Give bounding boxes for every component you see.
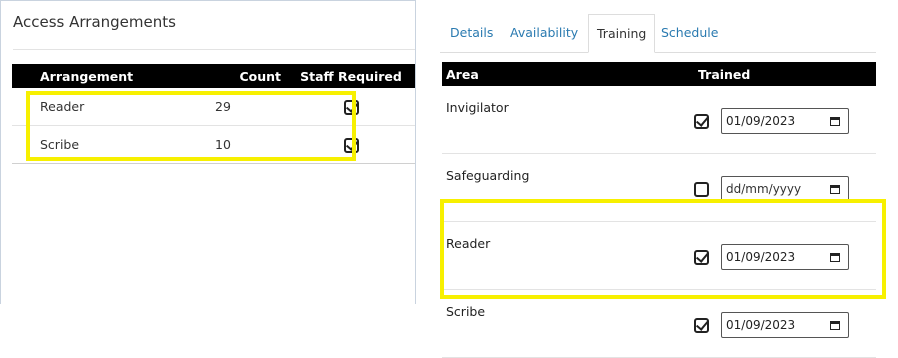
training-table: Area Trained Invigilator 01/09/2023 Safe… bbox=[442, 62, 876, 358]
staff-required-checkbox[interactable] bbox=[343, 99, 359, 115]
arrangement-count: 29 bbox=[215, 88, 287, 126]
trained-checkbox[interactable] bbox=[694, 113, 709, 129]
area-label: Reader bbox=[442, 221, 694, 290]
calendar-icon[interactable] bbox=[830, 320, 840, 330]
date-value: 01/09/2023 bbox=[726, 250, 796, 264]
header-trained: Trained bbox=[694, 62, 876, 86]
table-row[interactable]: Reader 29 bbox=[12, 88, 415, 126]
header-staff-required[interactable]: Staff Required bbox=[287, 64, 415, 88]
staff-required-checkbox[interactable] bbox=[343, 137, 359, 153]
date-input[interactable]: 01/09/2023 bbox=[721, 312, 849, 338]
trained-checkbox[interactable] bbox=[694, 249, 709, 265]
table-row: Reader 01/09/2023 bbox=[442, 221, 876, 290]
trained-checkbox[interactable] bbox=[694, 181, 709, 197]
table-row: Scribe 01/09/2023 bbox=[442, 289, 876, 358]
tab-availability[interactable]: Availability bbox=[510, 14, 578, 52]
date-input[interactable]: 01/09/2023 bbox=[721, 244, 849, 270]
date-placeholder: dd/mm/yyyy bbox=[726, 182, 802, 196]
area-label: Scribe bbox=[442, 289, 694, 358]
date-input[interactable]: dd/mm/yyyy bbox=[721, 176, 849, 202]
divider bbox=[13, 49, 415, 50]
arrangement-count: 10 bbox=[215, 125, 287, 164]
table-header-row: Arrangement Count Staff Required bbox=[12, 64, 415, 88]
calendar-icon[interactable] bbox=[830, 252, 840, 262]
table-header-row: Area Trained bbox=[442, 62, 876, 86]
table-row: Safeguarding dd/mm/yyyy bbox=[442, 153, 876, 222]
trained-checkbox[interactable] bbox=[694, 317, 709, 333]
header-area: Area bbox=[442, 62, 694, 86]
header-count[interactable]: Count bbox=[215, 64, 287, 88]
panel-title: Access Arrangements bbox=[13, 13, 176, 31]
table-row[interactable]: Scribe 10 bbox=[12, 125, 415, 164]
header-arrangement[interactable]: Arrangement bbox=[12, 64, 215, 88]
tab-schedule[interactable]: Schedule bbox=[661, 14, 718, 52]
area-label: Safeguarding bbox=[442, 153, 694, 222]
calendar-icon[interactable] bbox=[830, 116, 840, 126]
arrangements-table: Arrangement Count Staff Required Reader … bbox=[12, 64, 415, 164]
date-value: 01/09/2023 bbox=[726, 114, 796, 128]
tab-details[interactable]: Details bbox=[450, 14, 493, 52]
tab-training[interactable]: Training bbox=[588, 14, 656, 53]
date-input[interactable]: 01/09/2023 bbox=[721, 108, 849, 134]
arrangement-name: Scribe bbox=[12, 125, 215, 164]
date-value: 01/09/2023 bbox=[726, 318, 796, 332]
table-row: Invigilator 01/09/2023 bbox=[442, 86, 876, 154]
area-label: Invigilator bbox=[442, 86, 694, 154]
tab-bar: Details Availability Training Schedule bbox=[440, 14, 876, 53]
arrangement-name: Reader bbox=[12, 88, 215, 126]
calendar-icon[interactable] bbox=[830, 184, 840, 194]
